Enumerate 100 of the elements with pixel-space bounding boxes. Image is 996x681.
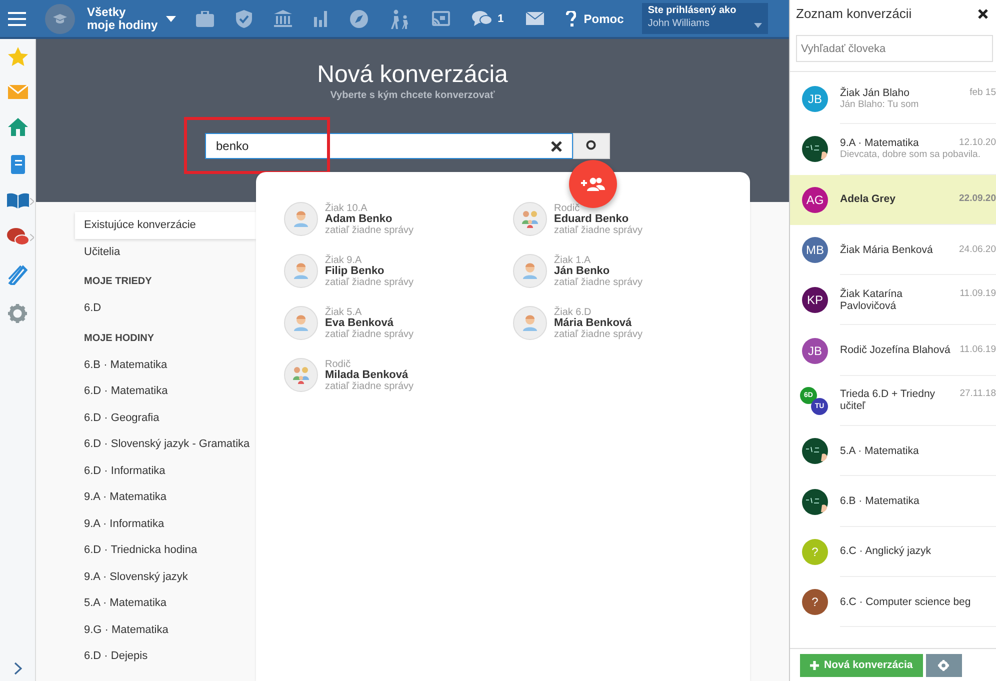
nav-item[interactable]: 9.A · Slovenský jazyk	[75, 564, 256, 590]
nav-item[interactable]: 6.D · Triednicka hodina	[75, 537, 256, 564]
conversation-item[interactable]: JB Žiak Ján Blaho feb 15 Ján Blaho: Tu som	[790, 74, 996, 124]
briefcase-icon[interactable]	[196, 10, 214, 26]
chevron-icon	[30, 198, 34, 204]
nav-item[interactable]: 6.B · Matematika	[75, 352, 256, 378]
role-label: Rodič	[325, 358, 352, 370]
avatar: ?	[802, 589, 828, 616]
user-selector[interactable]: Ste prihlásený ako John Williams	[642, 3, 768, 34]
bank-icon[interactable]	[274, 10, 292, 27]
chalkboard-icon	[802, 488, 828, 515]
chevron-icon	[30, 234, 34, 240]
person-name[interactable]: Adam Benko	[325, 214, 414, 224]
nav-item[interactable]: Učitelia	[75, 238, 256, 265]
nav-item[interactable]: 6.D · Geografia	[75, 404, 256, 431]
walking-people-icon[interactable]	[390, 8, 410, 28]
nav-item[interactable]: 9.A · Informatika	[75, 510, 256, 537]
family-avatar-icon[interactable]	[513, 202, 547, 236]
avatar: JB	[802, 338, 828, 364]
nav-item[interactable]: Existujúce konverzácie	[75, 212, 256, 238]
conversation-name: Žiak Mária Benková	[840, 244, 933, 256]
message-status: zatiaľ žiadne správy	[325, 276, 414, 288]
avatar: AG	[802, 186, 828, 213]
search-field[interactable]: Vyhľadať človeka	[796, 35, 993, 62]
person-name[interactable]: Filip Benko	[325, 266, 414, 276]
message-preview: Dievcata, dobre som sa pobavila.	[840, 149, 982, 160]
conversation-name: 6.B · Matematika	[840, 495, 920, 508]
course-selector[interactable]: Všetky moje hodiny	[87, 6, 176, 32]
conversation-item[interactable]: 6.B · Matematika	[790, 476, 996, 527]
search-button[interactable]	[573, 133, 610, 159]
conversation-item[interactable]: 5.A · Matematika	[790, 426, 996, 476]
envelope-icon[interactable]	[526, 12, 544, 25]
caret-icon	[754, 23, 762, 28]
conversation-name: Trieda 6.D + Triedny učiteľ	[840, 388, 936, 412]
message-status: zatiaľ žiadne správy	[554, 276, 643, 288]
nav-item[interactable]: 6.D · Informatika	[75, 458, 256, 484]
conversation-date: 22.09.20	[959, 193, 996, 206]
conversation-item[interactable]: KP Žiak Katarína Pavlovičová 11.09.19	[790, 275, 996, 326]
nav-item[interactable]: 9.A · Matematika	[75, 484, 256, 510]
compass-icon[interactable]	[350, 10, 368, 28]
conversation-date: 11.06.19	[960, 344, 996, 356]
role-label: Žiak 6.D	[554, 306, 592, 318]
conversation-item[interactable]: ? 6.C · Computer science beg	[790, 576, 996, 628]
chat-bubbles-icon[interactable]	[6, 228, 28, 246]
pencil-icon[interactable]	[8, 265, 28, 285]
conversation-name: Adela Grey	[840, 193, 896, 206]
conversation-name: 6.C · Anglický jazyk	[840, 545, 932, 558]
person-avatar-icon[interactable]	[284, 254, 318, 288]
envelope-icon[interactable]	[8, 85, 28, 99]
conversation-date: feb 15	[970, 87, 996, 100]
cast-icon[interactable]	[432, 10, 450, 26]
bar-chart-icon[interactable]	[314, 10, 328, 26]
close-icon[interactable]	[978, 8, 988, 18]
open-book-icon[interactable]	[6, 193, 28, 209]
conversation-name: Rodič Jozefína Blahová	[840, 344, 950, 356]
person-avatar-icon[interactable]	[513, 254, 547, 288]
nav-item[interactable]: 5.A · Matematika	[75, 590, 256, 616]
conversation-name: Žiak Ján Blaho	[840, 87, 910, 100]
person-avatar-icon[interactable]	[284, 306, 318, 340]
nav-item[interactable]: 6.D · Matematika	[75, 378, 256, 404]
person-name[interactable]: Eva Benková	[325, 318, 414, 328]
help-button[interactable]: Pomoc	[566, 10, 624, 26]
conversation-item[interactable]: JB Rodič Jozefína Blahová 11.06.19	[790, 325, 996, 376]
shield-icon[interactable]	[236, 10, 252, 28]
notebook-icon[interactable]	[10, 155, 24, 174]
nav-item[interactable]: 9.G · Matematika	[75, 616, 256, 643]
conversation-name: Žiak Katarína Pavlovičová	[840, 288, 904, 312]
person-name[interactable]: Ján Benko	[554, 266, 643, 276]
conversation-item[interactable]: AG Adela Grey 22.09.20	[790, 174, 996, 225]
settings-icon[interactable]	[8, 304, 27, 323]
message-preview: Ján Blaho: Tu som	[840, 99, 920, 110]
settings-button[interactable]	[926, 654, 962, 676]
person-name[interactable]: Milada Benková	[325, 370, 414, 380]
conversation-name: 6.C · Computer science beg	[840, 596, 971, 608]
home-icon[interactable]	[8, 118, 28, 136]
role-label: Žiak 10.A	[325, 202, 368, 214]
expand-chevron-icon[interactable]	[14, 662, 22, 675]
nav-item[interactable]: 6.D · Slovenský jazyk - Gramatika	[75, 431, 256, 458]
chalkboard-icon	[802, 438, 828, 464]
page-subtitle: Vyberte s kým chcete konverzovať	[330, 90, 495, 101]
section-heading: MOJE HODINY	[83, 332, 156, 346]
conversation-item[interactable]: ? 6.C · Anglický jazyk	[790, 526, 996, 577]
person-name[interactable]: Eduard Benko	[554, 214, 643, 224]
graduation-cap-icon[interactable]	[45, 4, 75, 34]
conversation-name: 5.A · Matematika	[840, 444, 919, 457]
star-icon[interactable]	[8, 47, 28, 66]
messages-button[interactable]: 1	[472, 10, 504, 27]
avatar: KP	[802, 287, 828, 314]
role-label: Žiak 9.A	[325, 254, 363, 266]
nav-item[interactable]: 6.D	[75, 295, 256, 322]
menu-icon[interactable]	[8, 12, 26, 26]
family-avatar-icon[interactable]	[284, 358, 318, 392]
conversation-item[interactable]: MB Žiak Mária Benková 24.06.20	[790, 224, 996, 276]
panel-title: Zoznam konverzácii	[796, 6, 912, 21]
person-name[interactable]: Mária Benková	[554, 318, 643, 328]
person-avatar-icon[interactable]	[284, 202, 318, 236]
person-avatar-icon[interactable]	[513, 306, 547, 340]
message-status: zatiaľ žiadne správy	[554, 224, 643, 236]
nav-item[interactable]: 6.D · Dejepis	[75, 643, 256, 670]
add-people-icon	[581, 177, 605, 191]
